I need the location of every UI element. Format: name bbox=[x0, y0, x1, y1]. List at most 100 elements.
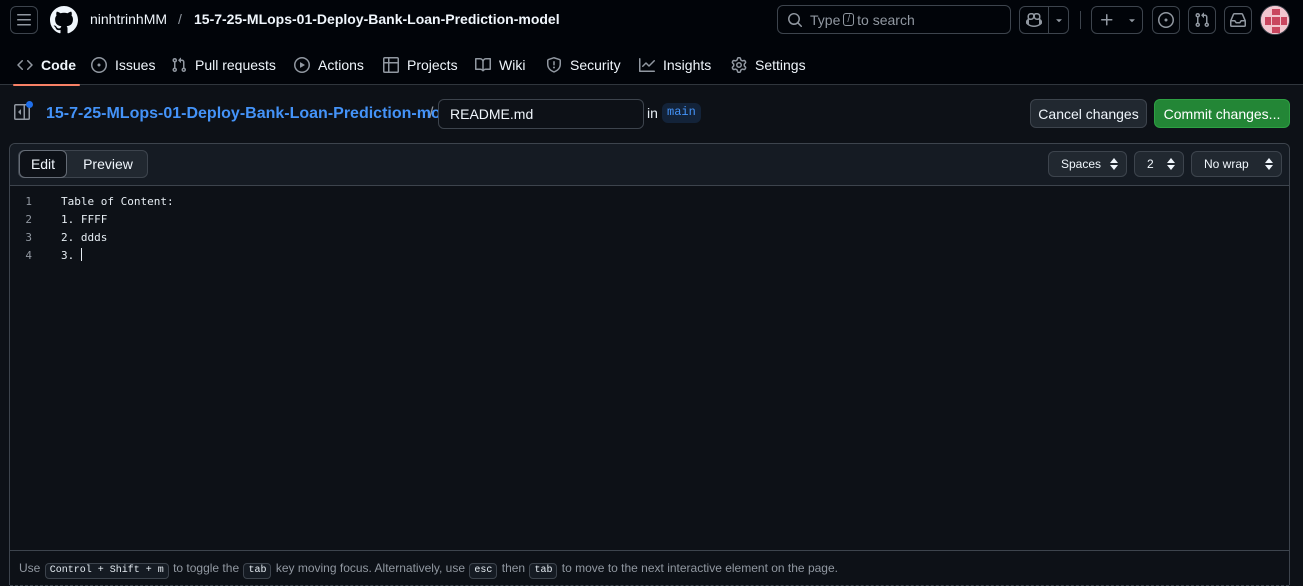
editor-toolbar: Edit Preview Spaces 2 No wrap bbox=[10, 144, 1289, 186]
code-line: 4 3. bbox=[10, 247, 1289, 265]
table-icon bbox=[383, 56, 399, 73]
indent-mode-select[interactable]: Spaces bbox=[1048, 151, 1127, 177]
breadcrumb-separator: / bbox=[429, 105, 434, 122]
tab-label: Projects bbox=[407, 56, 458, 73]
plus-icon bbox=[1101, 14, 1113, 26]
issues-button[interactable] bbox=[1152, 6, 1180, 34]
shortcut-key: Control + Shift + m bbox=[44, 563, 169, 579]
hint-text: key moving focus. Alternatively, use bbox=[275, 561, 466, 575]
search-shortcut-key: / bbox=[843, 13, 855, 26]
hint-text: to toggle the bbox=[173, 561, 240, 575]
code-area[interactable]: 1 Table of Content: 2 1. FFFF 3 2. ddds … bbox=[10, 187, 1289, 549]
cancel-changes-button[interactable]: Cancel changes bbox=[1030, 99, 1147, 128]
chevron-down-icon bbox=[1055, 19, 1062, 23]
tab-projects[interactable]: Projects bbox=[383, 44, 458, 85]
commit-changes-button[interactable]: Commit changes... bbox=[1154, 99, 1290, 128]
shortcut-key: tab bbox=[529, 563, 558, 579]
in-label: in bbox=[647, 105, 658, 121]
shortcut-key: tab bbox=[243, 563, 272, 579]
hint-text: Use bbox=[19, 561, 41, 575]
line-text: Table of Content: bbox=[61, 195, 174, 208]
breadcrumb-separator: / bbox=[178, 11, 182, 27]
tab-actions[interactable]: Actions bbox=[294, 44, 364, 85]
line-number: 1 bbox=[25, 195, 32, 208]
repo-owner-link[interactable]: ninhtrinhMM bbox=[90, 11, 167, 27]
keyboard-hint-footer: Use Control + Shift + m to toggle the ta… bbox=[10, 550, 1289, 586]
code-line: 2 1. FFFF bbox=[10, 211, 1289, 229]
copilot-icon bbox=[1026, 12, 1042, 28]
tab-wiki[interactable]: Wiki bbox=[475, 44, 525, 85]
filename-input[interactable] bbox=[438, 99, 644, 129]
code-line: 3 2. ddds bbox=[10, 229, 1289, 247]
menu-button[interactable] bbox=[10, 6, 38, 34]
search-suffix: to search bbox=[857, 11, 915, 28]
pull-request-icon bbox=[1195, 12, 1210, 28]
text-cursor bbox=[80, 248, 82, 261]
tab-label: Actions bbox=[318, 56, 364, 73]
branch-badge: main bbox=[662, 103, 701, 123]
file-breadcrumb: 15-7-25-MLops-01-Deploy-Bank-Loan-Predic… bbox=[0, 86, 1303, 142]
create-new-button[interactable] bbox=[1091, 6, 1143, 34]
tab-label: Insights bbox=[663, 56, 712, 73]
tab-pull-requests[interactable]: Pull requests bbox=[171, 44, 276, 85]
code-editor: Edit Preview Spaces 2 No wrap 1 Table of… bbox=[9, 143, 1290, 586]
hint-text: to move to the next interactive element … bbox=[561, 561, 838, 575]
tab-label: Code bbox=[41, 56, 76, 73]
edit-tab[interactable]: Edit bbox=[19, 150, 67, 178]
select-arrows-icon bbox=[1110, 158, 1118, 170]
indent-mode-value: Spaces bbox=[1061, 157, 1102, 171]
hamburger-icon bbox=[17, 14, 31, 26]
graph-icon bbox=[639, 57, 655, 72]
inbox-button[interactable] bbox=[1224, 6, 1252, 34]
repo-name-link[interactable]: 15-7-25-MLops-01-Deploy-Bank-Loan-Predic… bbox=[194, 11, 560, 27]
hint-text: then bbox=[501, 561, 526, 575]
breadcrumb-repo-link[interactable]: 15-7-25-MLops-01-Deploy-Bank-Loan-Predic… bbox=[46, 105, 464, 123]
indent-size-value: 2 bbox=[1147, 157, 1154, 171]
chevron-down-icon bbox=[1129, 19, 1135, 23]
user-avatar[interactable] bbox=[1260, 5, 1290, 35]
pull-request-icon bbox=[172, 57, 187, 72]
book-icon bbox=[475, 57, 491, 71]
tab-label: Pull requests bbox=[195, 56, 276, 73]
identicon-icon bbox=[1261, 6, 1289, 34]
edit-preview-toggle: Edit Preview bbox=[18, 150, 148, 178]
line-text: 2. ddds bbox=[61, 231, 108, 244]
tab-security[interactable]: Security bbox=[546, 44, 621, 85]
tab-label: Settings bbox=[755, 56, 806, 73]
search-input[interactable]: Type / to search bbox=[777, 5, 1011, 34]
tab-issues[interactable]: Issues bbox=[91, 44, 155, 85]
gear-icon bbox=[731, 56, 747, 73]
tab-label: Wiki bbox=[499, 56, 526, 73]
repo-nav: Code Issues Pull requests Actions Projec… bbox=[0, 44, 1303, 86]
wrap-mode-value: No wrap bbox=[1204, 157, 1249, 171]
header-row: ninhtrinhMM / 15-7-25-MLops-01-Deploy-Ba… bbox=[0, 0, 1303, 40]
pull-requests-button[interactable] bbox=[1188, 6, 1216, 34]
code-line: 1 Table of Content: bbox=[10, 193, 1289, 211]
line-text-active: 3. bbox=[61, 247, 82, 265]
tab-code[interactable]: Code bbox=[13, 44, 80, 86]
header-divider bbox=[1080, 11, 1081, 29]
shortcut-key: esc bbox=[469, 563, 498, 579]
tab-label: Issues bbox=[115, 56, 156, 73]
line-number: 4 bbox=[25, 249, 32, 262]
copilot-button[interactable] bbox=[1019, 6, 1069, 34]
line-number: 3 bbox=[25, 231, 32, 244]
issue-icon bbox=[91, 56, 107, 73]
tab-settings[interactable]: Settings bbox=[731, 44, 806, 85]
code-icon bbox=[17, 59, 33, 70]
indent-size-select[interactable]: 2 bbox=[1134, 151, 1184, 177]
search-icon bbox=[788, 12, 803, 27]
line-number: 2 bbox=[25, 213, 32, 226]
line-text: 3. bbox=[61, 249, 81, 262]
issue-icon bbox=[1158, 12, 1174, 28]
play-icon bbox=[294, 56, 310, 73]
search-prefix: Type bbox=[810, 11, 841, 28]
select-arrows-icon bbox=[1167, 158, 1175, 170]
line-text: 1. FFFF bbox=[61, 213, 108, 226]
wrap-mode-select[interactable]: No wrap bbox=[1191, 151, 1282, 177]
github-logo-icon[interactable] bbox=[49, 6, 78, 34]
preview-tab[interactable]: Preview bbox=[69, 151, 147, 177]
file-tree-toggle[interactable] bbox=[14, 101, 34, 124]
tab-label: Security bbox=[570, 56, 621, 73]
tab-insights[interactable]: Insights bbox=[639, 44, 711, 85]
